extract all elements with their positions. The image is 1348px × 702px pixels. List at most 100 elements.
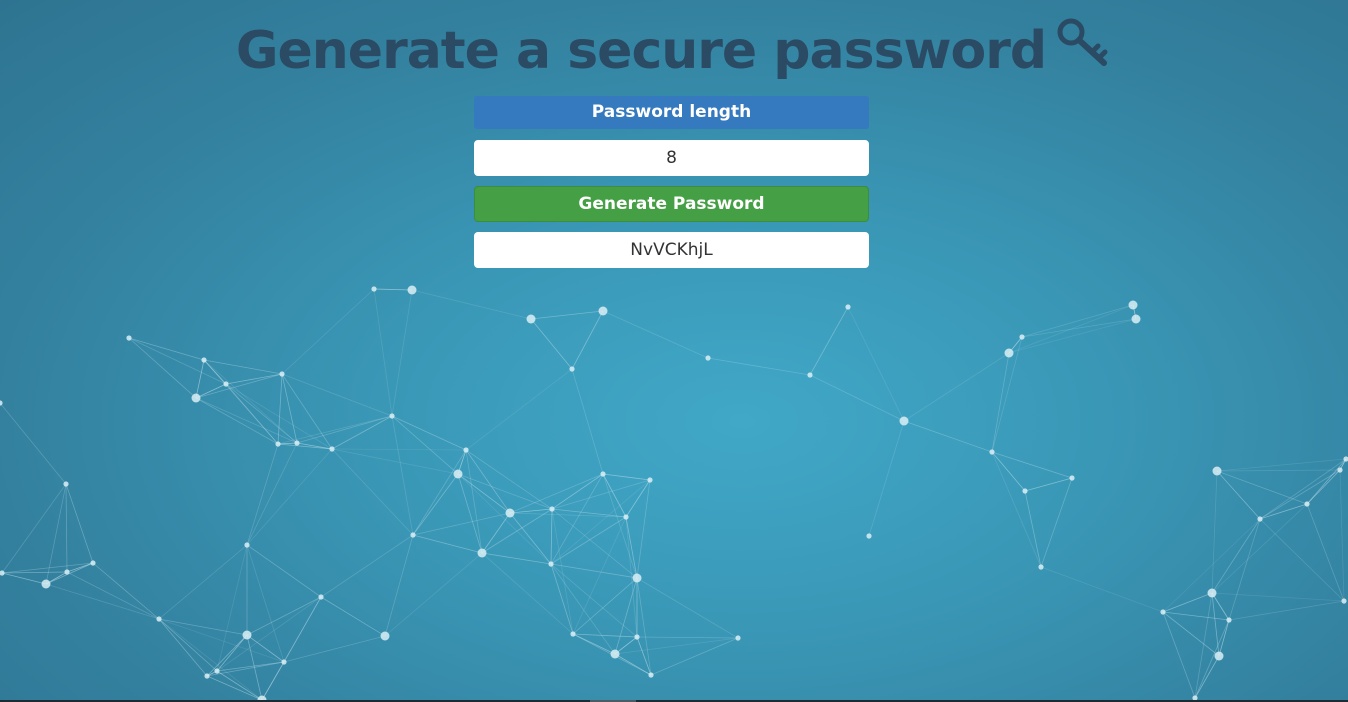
network-node [63, 481, 69, 487]
network-line [1024, 490, 1042, 568]
network-node [899, 416, 909, 426]
network-node [453, 469, 463, 479]
network-line [530, 310, 604, 320]
generate-password-button[interactable]: Generate Password [474, 186, 869, 222]
network-line [203, 359, 283, 375]
network-line [572, 516, 627, 635]
network-node [1131, 314, 1141, 324]
network-line [551, 508, 638, 579]
network-node [1038, 564, 1044, 570]
network-node [807, 372, 813, 378]
network-line [246, 544, 285, 663]
network-line [636, 636, 739, 639]
network-node [647, 477, 653, 483]
network-line [66, 571, 160, 620]
network-node [223, 381, 229, 387]
network-node [634, 634, 640, 640]
network-node [735, 635, 741, 641]
network-line [991, 352, 1010, 453]
network-node [648, 672, 654, 678]
network-node [569, 366, 575, 372]
network-line [246, 544, 322, 598]
network-line [868, 420, 905, 537]
network-line [1211, 518, 1261, 594]
network-node [1214, 651, 1224, 661]
network-line [636, 577, 739, 639]
network-node [632, 573, 642, 583]
network-line [636, 636, 652, 676]
network-node [623, 514, 629, 520]
network-line [602, 310, 709, 359]
page-title: Generate a secure password [0, 18, 1348, 87]
network-line [903, 352, 1010, 422]
network-line [281, 373, 333, 450]
network-line [391, 415, 459, 475]
network-node [463, 447, 469, 453]
network-line [509, 508, 553, 514]
network-line [391, 289, 413, 417]
network-line [509, 512, 552, 565]
network-line [1216, 470, 1308, 505]
network-line [216, 661, 285, 672]
network-line [550, 563, 574, 635]
network-node [279, 371, 285, 377]
network-line [1218, 619, 1230, 657]
network-line [45, 583, 160, 620]
network-line [551, 473, 604, 510]
network-line [1021, 304, 1134, 338]
network-line [331, 415, 393, 450]
network-line [1259, 503, 1308, 520]
network-node [866, 533, 872, 539]
network-node [1207, 588, 1217, 598]
network-node [0, 400, 3, 406]
network-line [225, 373, 283, 385]
network-line [1259, 458, 1347, 520]
network-node [1341, 598, 1347, 604]
network-line [225, 383, 333, 450]
network-line [246, 448, 333, 546]
network-node [610, 649, 620, 659]
network-line [602, 473, 651, 481]
network-node [1337, 467, 1343, 473]
network-line [391, 415, 467, 451]
network-line [412, 534, 483, 554]
network-line [246, 443, 279, 546]
key-icon [1056, 17, 1112, 83]
network-line [1216, 470, 1261, 520]
password-length-label: Password length [474, 96, 869, 129]
network-line [625, 516, 638, 579]
network-line [636, 479, 651, 579]
network-line [195, 359, 205, 399]
network-line [1211, 470, 1218, 594]
network-line [550, 563, 616, 655]
network-line [550, 516, 627, 565]
network-line [246, 442, 298, 546]
network-node [294, 440, 300, 446]
network-node [191, 393, 201, 403]
generated-password-output: NvVCKhjL [474, 232, 869, 268]
network-node [845, 304, 851, 310]
network-line [465, 449, 483, 554]
network-line [216, 544, 248, 672]
network-line [412, 512, 511, 536]
network-line [195, 397, 298, 444]
network-node [389, 413, 395, 419]
network-line [45, 483, 67, 585]
network-node [1226, 617, 1232, 623]
network-line [707, 357, 811, 376]
network-line [1, 572, 47, 585]
network-node [244, 542, 250, 548]
password-length-input[interactable] [474, 140, 869, 176]
network-line [1306, 503, 1345, 602]
network-line [158, 544, 248, 620]
network-node [1160, 609, 1166, 615]
network-line [0, 402, 67, 485]
network-line [261, 661, 285, 701]
network-node [1069, 475, 1075, 481]
network-line [602, 473, 638, 579]
network-line [1194, 619, 1230, 699]
network-line [1162, 592, 1213, 613]
network-node [380, 631, 390, 641]
network-line [1259, 518, 1345, 602]
network-line [572, 577, 638, 635]
